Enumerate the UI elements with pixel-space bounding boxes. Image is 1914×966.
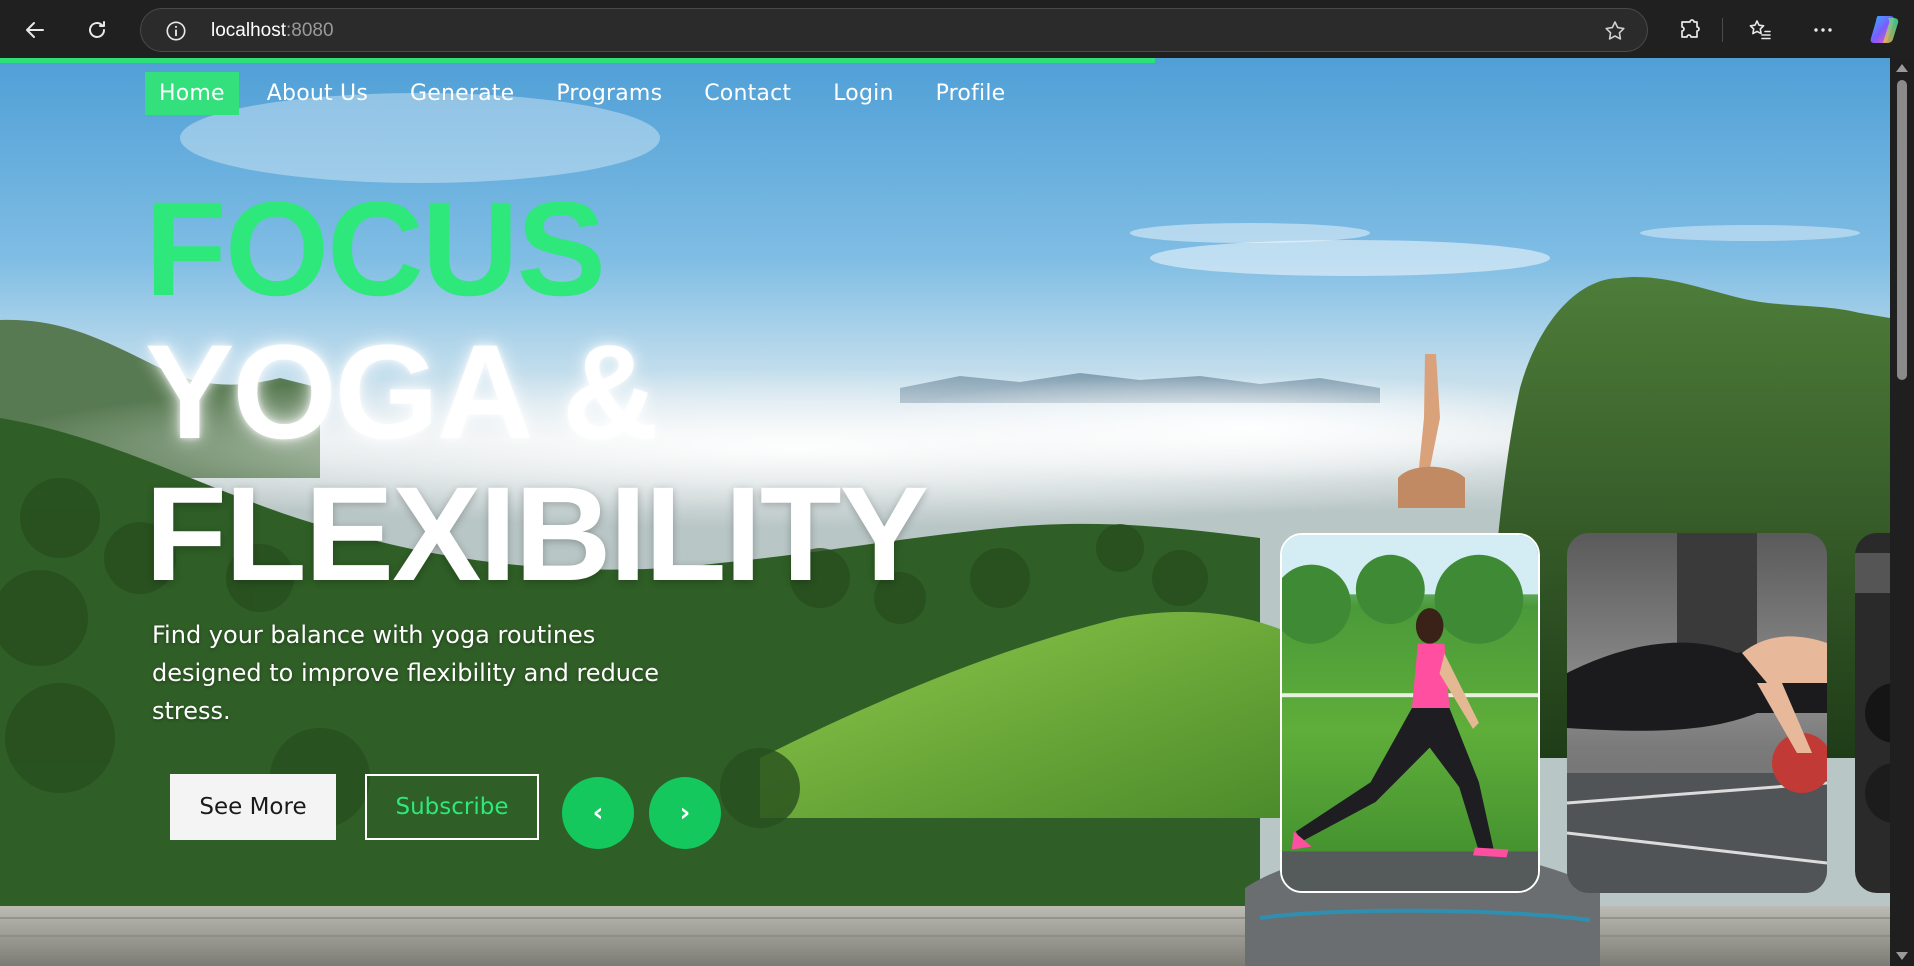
url-text[interactable]: localhost:8080 [211, 20, 334, 42]
main-navigation: Home About Us Generate Programs Contact … [145, 70, 1033, 116]
carousel-card-fitness-pushup[interactable] [1567, 533, 1827, 893]
ellipsis-icon [1814, 28, 1832, 32]
url-host: localhost [211, 20, 286, 41]
gym-weights-photo-icon [1855, 533, 1890, 893]
copilot-icon[interactable] [1868, 12, 1902, 46]
extensions-button[interactable] [1671, 12, 1709, 48]
favorites-list-icon [1749, 20, 1771, 40]
favorites-button[interactable] [1741, 12, 1779, 48]
favorite-star-icon[interactable] [1603, 19, 1627, 43]
nav-contact[interactable]: Contact [690, 72, 805, 115]
fitness-pushup-photo-icon [1567, 533, 1827, 893]
carousel-next-button[interactable]: › [649, 777, 721, 849]
nav-about-us[interactable]: About Us [253, 72, 382, 115]
page-viewport: Home About Us Generate Programs Contact … [0, 58, 1890, 966]
nav-login[interactable]: Login [819, 72, 907, 115]
subscribe-button[interactable]: Subscribe [365, 774, 539, 840]
scroll-down-arrow-icon[interactable] [1896, 952, 1908, 960]
nav-generate[interactable]: Generate [396, 72, 528, 115]
url-port: :8080 [286, 20, 334, 41]
see-more-button[interactable]: See More [170, 774, 336, 840]
nav-profile[interactable]: Profile [922, 72, 1020, 115]
more-menu-button[interactable] [1804, 12, 1842, 48]
reload-button[interactable] [78, 12, 116, 48]
carousel-prev-button[interactable]: ‹ [562, 777, 634, 849]
puzzle-icon [1681, 19, 1700, 38]
address-bar[interactable]: localhost:8080 [140, 8, 1648, 52]
back-arrow-icon [26, 22, 44, 38]
nav-home[interactable]: Home [145, 71, 239, 115]
page-scrollbar[interactable] [1890, 58, 1914, 966]
yoga-lunge-photo-icon [1282, 535, 1538, 891]
reload-icon [89, 21, 105, 38]
hero-title-line-3: FLEXIBILITY [145, 460, 929, 609]
hero-description: Find your balance with yoga routines des… [152, 621, 659, 725]
info-icon[interactable] [165, 20, 187, 42]
page-load-progress [0, 58, 1155, 63]
chevron-left-icon: ‹ [592, 798, 604, 828]
hero-title-line-2: YOGA & [145, 318, 659, 467]
scrollbar-thumb[interactable] [1897, 80, 1907, 380]
carousel-card-yoga-lunge[interactable] [1280, 533, 1540, 893]
nav-programs[interactable]: Programs [542, 72, 676, 115]
hero-title-line-1: FOCUS [145, 175, 606, 324]
chevron-right-icon: › [679, 798, 691, 828]
scroll-up-arrow-icon[interactable] [1896, 64, 1908, 72]
browser-toolbar: localhost:8080 [0, 0, 1914, 58]
carousel-card-gym-weights[interactable] [1855, 533, 1890, 893]
toolbar-divider [1722, 18, 1723, 42]
back-button[interactable] [16, 12, 54, 48]
